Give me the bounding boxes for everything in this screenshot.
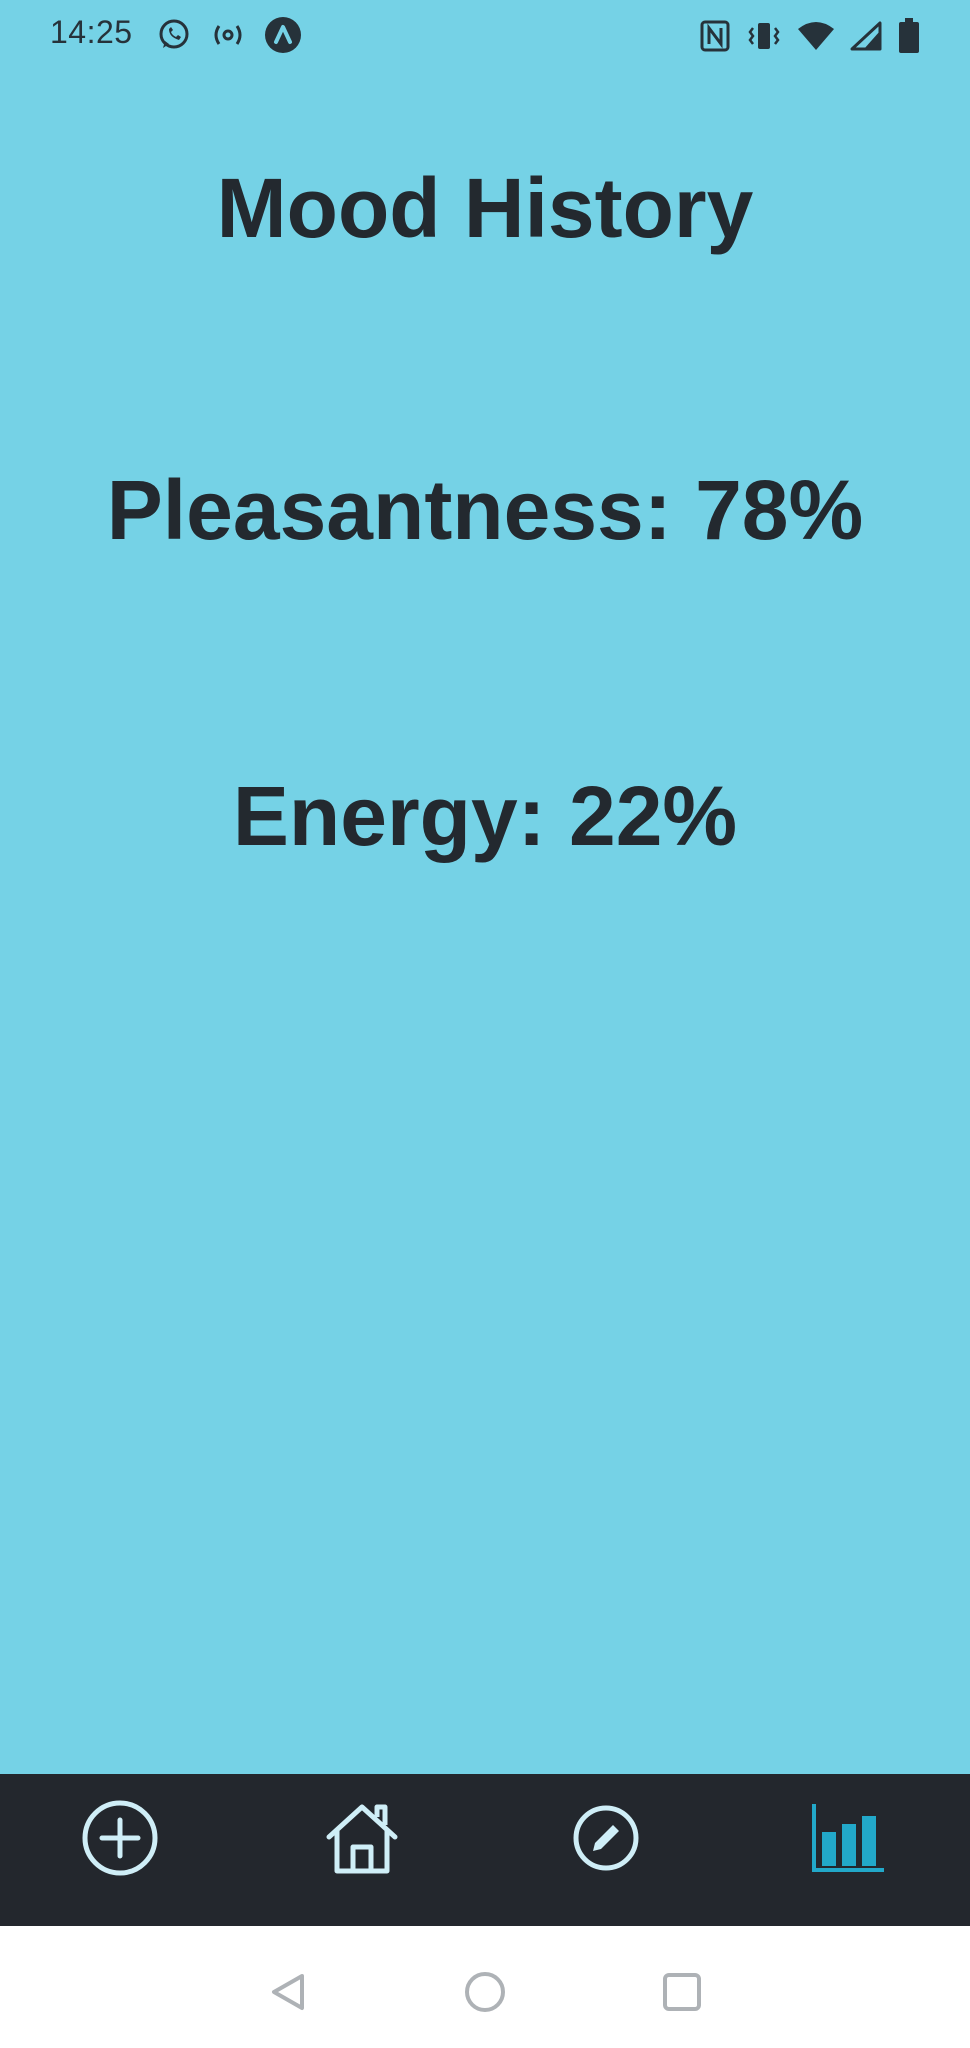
home-icon: [326, 1804, 398, 1874]
app-notification-icon: [265, 17, 301, 53]
cell-signal-icon: [850, 21, 882, 51]
add-circle-icon: [82, 1800, 158, 1876]
page-title: Mood History: [216, 161, 754, 255]
nav-history-button[interactable]: [798, 1788, 898, 1888]
pleasantness-stat: Pleasantness: 78%: [106, 463, 864, 557]
bottom-nav: [0, 1774, 970, 1926]
recents-icon: [663, 1973, 701, 2011]
system-home-button[interactable]: [455, 1962, 515, 2022]
status-right-icons: [700, 18, 920, 54]
energy-stat: Energy: 22%: [232, 769, 738, 863]
nfc-icon: [700, 20, 730, 52]
system-back-button[interactable]: [258, 1962, 318, 2022]
nav-edit-button[interactable]: [556, 1788, 656, 1888]
back-icon: [272, 1974, 304, 2010]
home-circle-icon: [465, 1972, 505, 2012]
status-time: 14:25: [50, 14, 133, 50]
status-left-icons: [156, 16, 302, 54]
battery-icon: [899, 18, 919, 53]
system-recents-button[interactable]: [652, 1962, 712, 2022]
status-bar: 14:25: [0, 0, 970, 72]
nav-home-button[interactable]: [312, 1788, 412, 1888]
system-nav-bar: [0, 1926, 970, 2048]
vibrate-icon: [748, 23, 780, 49]
bar-chart-icon: [812, 1804, 884, 1872]
nav-add-button[interactable]: [70, 1788, 170, 1888]
whatsapp-icon: [159, 19, 189, 49]
edit-icon: [573, 1805, 639, 1871]
hotspot-icon: [214, 25, 242, 45]
wifi-icon: [798, 22, 834, 50]
